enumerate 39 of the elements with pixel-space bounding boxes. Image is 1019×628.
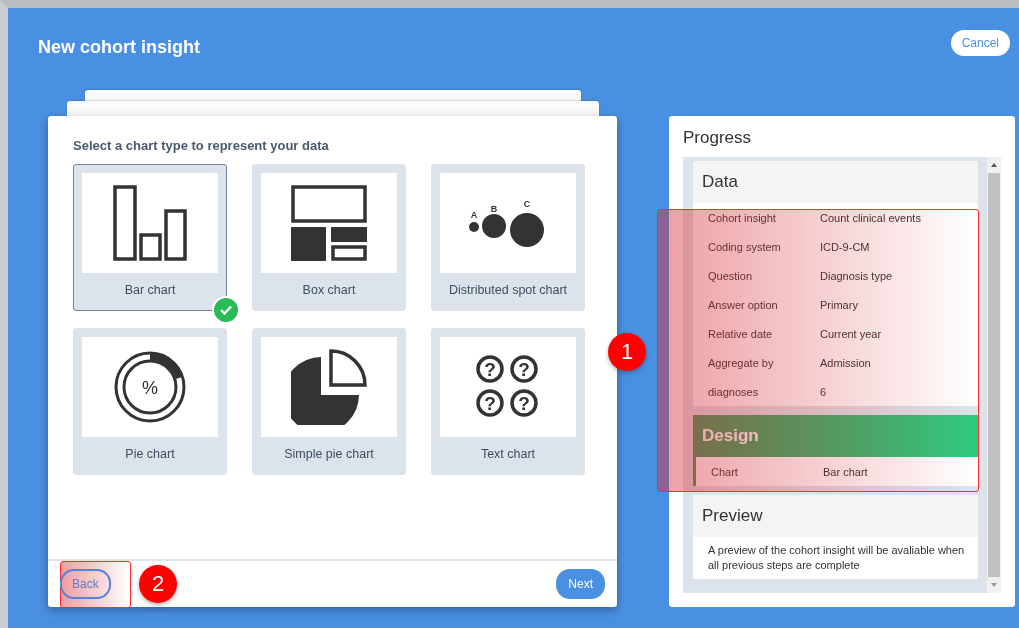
chart-type-option[interactable]: Box chart xyxy=(252,164,406,311)
summary-label: Answer option xyxy=(707,298,779,311)
chart-type-option[interactable]: Simple pie chart xyxy=(252,328,406,475)
donut-chart-icon: % xyxy=(114,351,186,423)
summary-value: Bar chart xyxy=(823,465,868,478)
section-header: Data xyxy=(693,161,978,203)
highlight-box xyxy=(60,561,131,608)
section-header: Design xyxy=(693,415,978,457)
scroll-down-icon[interactable] xyxy=(990,581,998,589)
scrollbar[interactable] xyxy=(987,157,1001,593)
summary-label: Cohort insight xyxy=(707,211,777,224)
bar-chart-icon xyxy=(112,185,188,261)
summary-value: Count clinical events xyxy=(820,211,921,224)
callout-number: 1 xyxy=(608,333,646,371)
chart-type-option[interactable]: Bar chart xyxy=(73,164,227,311)
summary-value: Current year xyxy=(820,327,882,340)
summary-label: Coding system xyxy=(707,240,782,253)
summary-label: diagnoses xyxy=(707,385,760,398)
chart-type-option[interactable]: % Pie chart xyxy=(73,328,227,475)
summary-value: 6 xyxy=(820,385,827,398)
summary-label: Question xyxy=(707,269,754,282)
chart-type-option[interactable]: A B C Distributed spot chart xyxy=(431,164,585,311)
pie-chart-icon xyxy=(291,349,367,425)
chart-type-option[interactable]: ? ? ? ? Text chart xyxy=(431,328,585,475)
summary-label: Aggregate by xyxy=(707,356,775,369)
summary-label: Chart xyxy=(710,465,739,478)
box-chart-icon xyxy=(291,185,367,261)
summary-value: Primary xyxy=(820,298,858,311)
window-title: New cohort insight xyxy=(38,37,200,58)
summary-value: ICD-9-CM xyxy=(820,240,870,253)
summary-value: Admission xyxy=(820,356,871,369)
scroll-up-icon[interactable] xyxy=(990,161,998,169)
preview-note: A preview of the cohort insight will be avaliable when all previous steps are complete xyxy=(707,543,966,573)
summary-label: Relative date xyxy=(707,327,774,340)
check-badge-icon xyxy=(212,296,240,324)
chart-type-prompt: Select a chart type to represent your data xyxy=(73,138,330,153)
progress-title: Progress xyxy=(683,128,753,148)
section-header: Preview xyxy=(693,495,978,537)
summary-value: Diagnosis type xyxy=(820,269,893,282)
